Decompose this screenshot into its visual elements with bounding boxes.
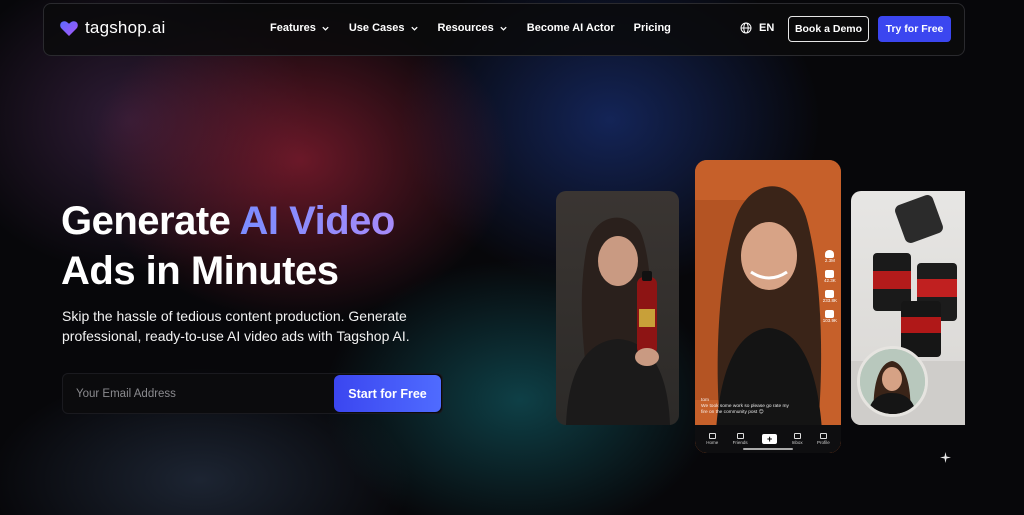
share-action[interactable]: 103.9K <box>823 310 837 323</box>
share-icon <box>825 310 835 318</box>
nav-item-label: Features <box>270 22 316 34</box>
tab-friends[interactable]: Friends <box>733 433 748 445</box>
chevron-down-icon <box>322 26 329 31</box>
home-icon <box>708 433 716 439</box>
nav-item-label: Resources <box>437 22 494 34</box>
tab-inbox[interactable]: Inbox <box>792 433 803 445</box>
globe-icon <box>740 22 752 34</box>
tab-label: Friends <box>732 440 748 445</box>
tab-label: Home <box>706 440 719 445</box>
profile-icon <box>819 433 827 439</box>
heart-icon <box>825 250 835 258</box>
comment-action[interactable]: 42.3K <box>824 270 836 283</box>
avatar-portrait-image <box>860 349 925 414</box>
comment-icon <box>825 270 835 278</box>
email-input[interactable] <box>63 374 333 413</box>
headline-accent: AI Video <box>239 199 396 243</box>
try-for-free-button[interactable]: Try for Free <box>878 16 951 42</box>
bookmark-icon <box>825 290 835 298</box>
nav-item-use-cases[interactable]: Use Cases <box>349 22 419 34</box>
hero-headline: Generate AI Video Ads in Minutes <box>61 196 395 296</box>
video-caption-text: We took some work so please go rate my f… <box>701 404 789 415</box>
brand-logo[interactable]: tagshop.ai <box>59 18 165 38</box>
phone-video-preview[interactable]: 2.3M 42.3K 233.8K 103.9K tom We took som… <box>695 160 841 453</box>
language-label: EN <box>759 22 775 34</box>
chevron-down-icon <box>500 26 507 31</box>
main-menu: Features Use Cases Resources Become AI A… <box>270 22 690 34</box>
bookmark-count: 233.8K <box>822 298 837 303</box>
email-signup-form: Start for Free <box>62 373 443 414</box>
top-navbar: tagshop.ai Features Use Cases Resources … <box>43 3 965 56</box>
tab-create[interactable]: + <box>762 434 778 444</box>
nav-item-label: Become AI Actor <box>526 22 615 34</box>
woman-holding-bottle-image <box>566 217 670 425</box>
start-for-free-button[interactable]: Start for Free <box>334 375 441 412</box>
bookmark-action[interactable]: 233.8K <box>823 290 837 303</box>
brand-name: tagshop.ai <box>85 18 166 37</box>
tab-label: Profile <box>817 440 830 445</box>
comment-count: 42.3K <box>823 278 836 283</box>
inbox-icon <box>793 433 801 439</box>
tab-profile[interactable]: Profile <box>817 433 830 445</box>
book-demo-button[interactable]: Book a Demo <box>788 16 869 42</box>
headline-text: Generate <box>61 199 240 243</box>
like-count: 2.3M <box>824 258 835 263</box>
nav-item-pricing[interactable]: Pricing <box>634 22 671 34</box>
headline-text-line2: Ads in Minutes <box>61 249 339 293</box>
sparkle-icon[interactable] <box>940 452 951 463</box>
chevron-down-icon <box>410 26 418 31</box>
nav-item-label: Use Cases <box>348 22 405 34</box>
nav-item-features[interactable]: Features <box>270 22 330 34</box>
video-caption: tom We took some work so please go rate … <box>701 398 796 416</box>
share-count: 103.9K <box>822 318 837 323</box>
phone-home-indicator <box>743 448 793 450</box>
video-preview-left[interactable] <box>556 191 679 425</box>
language-selector[interactable]: EN <box>740 22 774 34</box>
tab-label: Inbox <box>791 440 803 445</box>
like-action[interactable]: 2.3M <box>825 250 835 263</box>
plus-icon: + <box>762 434 778 444</box>
tab-home[interactable]: Home <box>706 433 718 445</box>
presenter-avatar <box>857 346 928 417</box>
phone-action-icons: 2.3M 42.3K 233.8K 103.9K <box>823 250 837 323</box>
hero-subtitle: Skip the hassle of tedious content produ… <box>62 308 410 344</box>
nav-item-become-ai-actor[interactable]: Become AI Actor <box>527 22 615 34</box>
nav-item-label: Pricing <box>633 22 671 34</box>
friends-icon <box>736 433 744 439</box>
nav-item-resources[interactable]: Resources <box>438 22 508 34</box>
heart-logo-icon <box>60 21 78 36</box>
